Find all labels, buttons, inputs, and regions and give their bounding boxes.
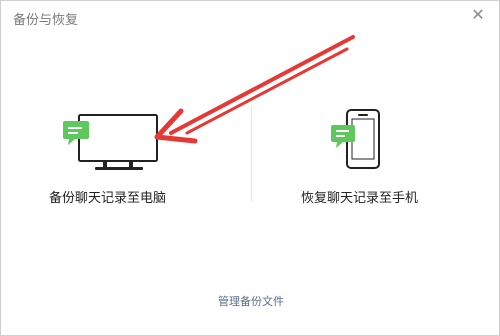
options-divider	[251, 106, 252, 201]
close-button[interactable]: ✕	[467, 4, 489, 26]
manage-backup-files-link[interactable]: 管理备份文件	[1, 293, 500, 309]
backup-to-pc-option[interactable]: 备份聊天记录至电脑	[1, 101, 241, 211]
window-title: 备份与恢复	[13, 13, 79, 28]
backup-restore-window: 备份与恢复 ✕ 备份聊天记录至电脑 恢复聊天记录至手机 管理备份文件	[0, 0, 500, 336]
monitor-chat-icon	[63, 114, 158, 170]
restore-to-phone-option[interactable]: 恢复聊天记录至手机	[261, 101, 500, 211]
restore-to-phone-label: 恢复聊天记录至手机	[301, 191, 419, 206]
backup-to-pc-label: 备份聊天记录至电脑	[49, 191, 167, 206]
phone-chat-icon	[331, 109, 380, 169]
